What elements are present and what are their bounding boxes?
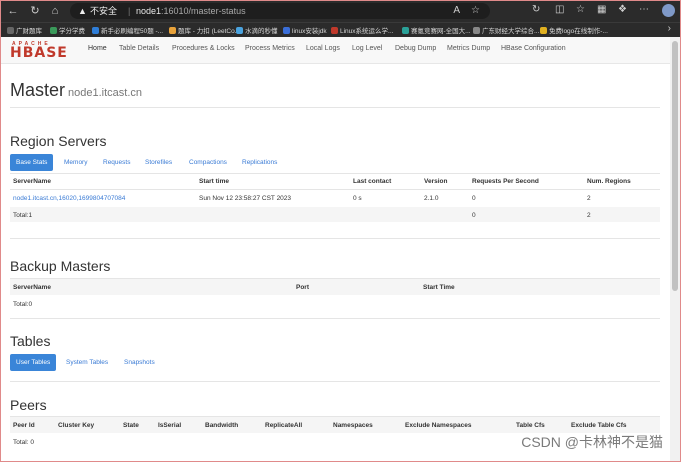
screenshot-border [0,0,681,462]
